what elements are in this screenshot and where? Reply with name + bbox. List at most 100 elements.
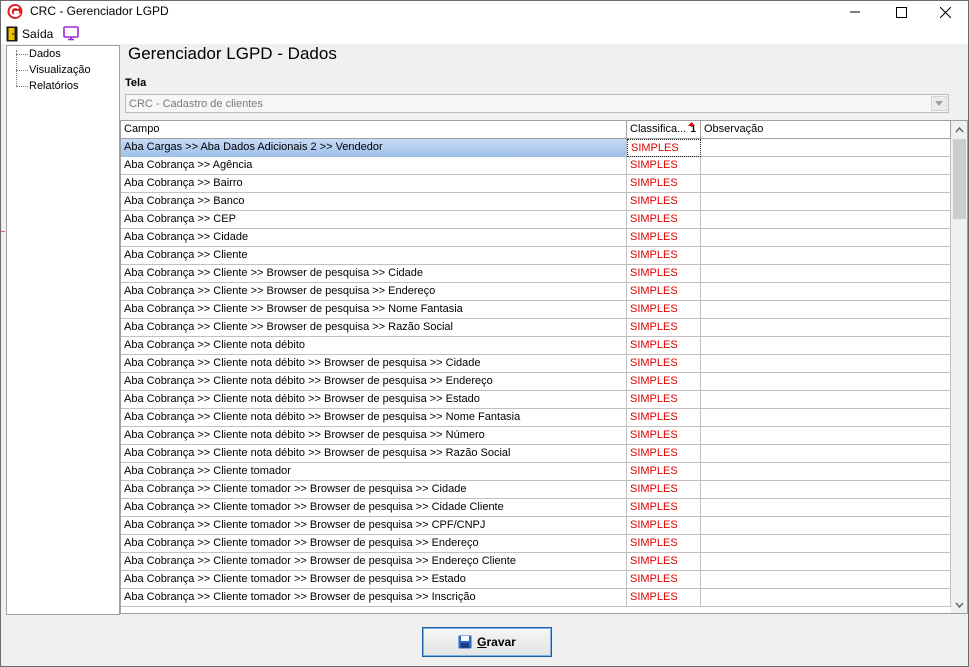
cell-observacao[interactable] — [701, 535, 951, 553]
monitor-icon[interactable] — [63, 26, 79, 41]
cell-observacao[interactable] — [701, 409, 951, 427]
cell-campo[interactable]: Aba Cobrança >> Cliente nota débito >> B… — [121, 391, 627, 409]
table-row[interactable]: Aba Cargas >> Aba Dados Adicionais 2 >> … — [121, 139, 951, 157]
table-row[interactable]: Aba Cobrança >> Cliente tomador >> Brows… — [121, 589, 951, 607]
cell-observacao[interactable] — [701, 211, 951, 229]
cell-campo[interactable]: Aba Cobrança >> CEP — [121, 211, 627, 229]
cell-campo[interactable]: Aba Cobrança >> Cliente tomador >> Brows… — [121, 589, 627, 607]
table-row[interactable]: Aba Cobrança >> Cliente >> Browser de pe… — [121, 283, 951, 301]
cell-classificacao[interactable]: SIMPLES — [627, 301, 701, 319]
fields-grid[interactable]: Campo Classifica... 1 Observação Aba Car… — [120, 120, 968, 614]
cell-observacao[interactable] — [701, 301, 951, 319]
close-button[interactable] — [922, 1, 968, 23]
cell-classificacao[interactable]: SIMPLES — [627, 499, 701, 517]
table-row[interactable]: Aba Cobrança >> Cliente tomador >> Brows… — [121, 517, 951, 535]
cell-observacao[interactable] — [701, 481, 951, 499]
column-header-observacao[interactable]: Observação — [701, 121, 951, 139]
column-header-campo[interactable]: Campo — [121, 121, 627, 139]
cell-campo[interactable]: Aba Cobrança >> Cliente nota débito >> B… — [121, 373, 627, 391]
cell-classificacao[interactable]: SIMPLES — [627, 283, 701, 301]
cell-campo[interactable]: Aba Cobrança >> Cliente nota débito >> B… — [121, 427, 627, 445]
table-row[interactable]: Aba Cobrança >> Cliente nota débito >> B… — [121, 409, 951, 427]
cell-observacao[interactable] — [701, 391, 951, 409]
column-header-classificacao[interactable]: Classifica... 1 — [627, 121, 701, 139]
sidebar-item-relatorios[interactable]: Relatórios — [7, 78, 117, 94]
table-row[interactable]: Aba Cobrança >> Cliente >> Browser de pe… — [121, 265, 951, 283]
cell-classificacao[interactable]: SIMPLES — [627, 175, 701, 193]
cell-observacao[interactable] — [701, 571, 951, 589]
cell-classificacao[interactable]: SIMPLES — [627, 553, 701, 571]
cell-classificacao[interactable]: SIMPLES — [627, 157, 701, 175]
screen-select[interactable]: CRC - Cadastro de clientes — [125, 94, 949, 113]
table-row[interactable]: Aba Cobrança >> Agência SIMPLES — [121, 157, 951, 175]
cell-classificacao[interactable]: SIMPLES — [627, 319, 701, 337]
table-row[interactable]: Aba Cobrança >> Banco SIMPLES — [121, 193, 951, 211]
table-row[interactable]: Aba Cobrança >> Cliente tomador >> Brows… — [121, 481, 951, 499]
cell-campo[interactable]: Aba Cobrança >> Cliente >> Browser de pe… — [121, 319, 627, 337]
sidebar-item-visualizacao[interactable]: Visualização — [7, 62, 117, 78]
cell-campo[interactable]: Aba Cobrança >> Cliente tomador >> Brows… — [121, 481, 627, 499]
cell-campo[interactable]: Aba Cobrança >> Cliente >> Browser de pe… — [121, 283, 627, 301]
cell-observacao[interactable] — [701, 337, 951, 355]
cell-classificacao[interactable]: SIMPLES — [627, 265, 701, 283]
cell-observacao[interactable] — [701, 445, 951, 463]
cell-classificacao[interactable]: SIMPLES — [627, 427, 701, 445]
cell-campo[interactable]: Aba Cobrança >> Cliente tomador >> Brows… — [121, 535, 627, 553]
cell-classificacao[interactable]: SIMPLES — [627, 355, 701, 373]
cell-classificacao[interactable]: SIMPLES — [627, 391, 701, 409]
cell-observacao[interactable] — [701, 139, 951, 157]
table-row[interactable]: Aba Cobrança >> CEP SIMPLES — [121, 211, 951, 229]
table-row[interactable]: Aba Cobrança >> Cliente tomador >> Brows… — [121, 499, 951, 517]
cell-campo[interactable]: Aba Cobrança >> Cliente tomador — [121, 463, 627, 481]
cell-classificacao[interactable]: SIMPLES — [627, 229, 701, 247]
table-row[interactable]: Aba Cobrança >> Bairro SIMPLES — [121, 175, 951, 193]
cell-campo[interactable]: Aba Cobrança >> Cliente nota débito — [121, 337, 627, 355]
cell-observacao[interactable] — [701, 247, 951, 265]
scroll-up-button[interactable] — [951, 121, 967, 138]
cell-classificacao[interactable]: SIMPLES — [627, 535, 701, 553]
cell-campo[interactable]: Aba Cargas >> Aba Dados Adicionais 2 >> … — [121, 139, 627, 157]
cell-observacao[interactable] — [701, 229, 951, 247]
cell-observacao[interactable] — [701, 373, 951, 391]
cell-classificacao[interactable]: SIMPLES — [627, 247, 701, 265]
cell-campo[interactable]: Aba Cobrança >> Cliente — [121, 247, 627, 265]
table-row[interactable]: Aba Cobrança >> Cliente tomador SIMPLES — [121, 463, 951, 481]
cell-classificacao[interactable]: SIMPLES — [627, 139, 701, 157]
cell-classificacao[interactable]: SIMPLES — [627, 373, 701, 391]
cell-campo[interactable]: Aba Cobrança >> Cliente tomador >> Brows… — [121, 553, 627, 571]
cell-observacao[interactable] — [701, 319, 951, 337]
table-row[interactable]: Aba Cobrança >> Cliente nota débito >> B… — [121, 391, 951, 409]
save-button[interactable]: Gravar — [422, 627, 552, 657]
table-row[interactable]: Aba Cobrança >> Cliente tomador >> Brows… — [121, 571, 951, 589]
table-row[interactable]: Aba Cobrança >> Cliente tomador >> Brows… — [121, 535, 951, 553]
cell-classificacao[interactable]: SIMPLES — [627, 589, 701, 607]
table-row[interactable]: Aba Cobrança >> Cliente nota débito >> B… — [121, 373, 951, 391]
table-row[interactable]: Aba Cobrança >> Cliente nota débito >> B… — [121, 445, 951, 463]
table-row[interactable]: Aba Cobrança >> Cliente nota débito >> B… — [121, 427, 951, 445]
cell-campo[interactable]: Aba Cobrança >> Banco — [121, 193, 627, 211]
table-row[interactable]: Aba Cobrança >> Cliente >> Browser de pe… — [121, 319, 951, 337]
cell-observacao[interactable] — [701, 175, 951, 193]
cell-campo[interactable]: Aba Cobrança >> Cidade — [121, 229, 627, 247]
cell-campo[interactable]: Aba Cobrança >> Cliente >> Browser de pe… — [121, 301, 627, 319]
cell-observacao[interactable] — [701, 589, 951, 607]
cell-campo[interactable]: Aba Cobrança >> Cliente tomador >> Brows… — [121, 499, 627, 517]
grid-vertical-scrollbar[interactable] — [951, 121, 967, 613]
cell-observacao[interactable] — [701, 463, 951, 481]
table-row[interactable]: Aba Cobrança >> Cliente nota débito >> B… — [121, 355, 951, 373]
table-row[interactable]: Aba Cobrança >> Cliente tomador >> Brows… — [121, 553, 951, 571]
scroll-thumb[interactable] — [953, 139, 966, 219]
cell-classificacao[interactable]: SIMPLES — [627, 193, 701, 211]
cell-observacao[interactable] — [701, 355, 951, 373]
cell-classificacao[interactable]: SIMPLES — [627, 337, 701, 355]
cell-observacao[interactable] — [701, 193, 951, 211]
cell-observacao[interactable] — [701, 499, 951, 517]
cell-observacao[interactable] — [701, 157, 951, 175]
exit-button[interactable]: Saída — [6, 25, 53, 42]
cell-campo[interactable]: Aba Cobrança >> Agência — [121, 157, 627, 175]
cell-classificacao[interactable]: SIMPLES — [627, 517, 701, 535]
cell-observacao[interactable] — [701, 265, 951, 283]
cell-classificacao[interactable]: SIMPLES — [627, 571, 701, 589]
cell-classificacao[interactable]: SIMPLES — [627, 445, 701, 463]
sidebar-item-dados[interactable]: Dados — [7, 46, 117, 62]
